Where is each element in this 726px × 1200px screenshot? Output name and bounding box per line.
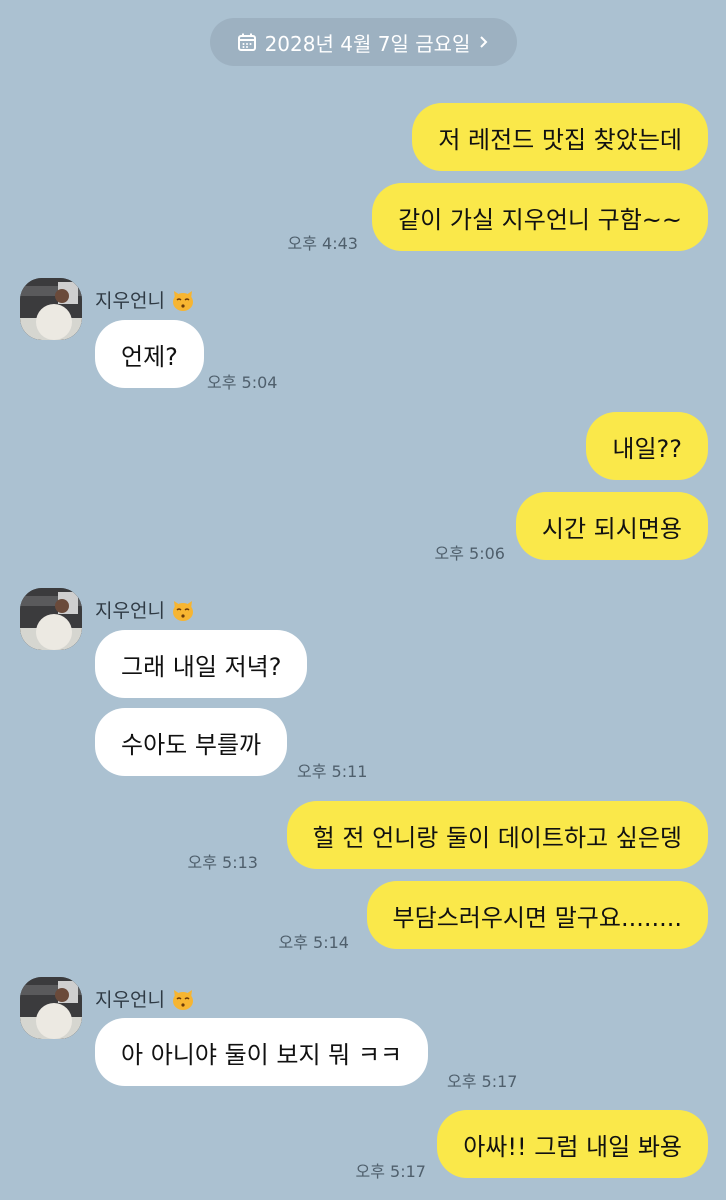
their-message-bubble[interactable]: 그래 내일 저녁?	[95, 630, 308, 698]
message-timestamp: 오후 5:04	[207, 373, 278, 392]
my-message-bubble[interactable]: 부담스러우시면 말구요........	[366, 881, 708, 949]
message-text: 그래 내일 저녁?	[121, 652, 282, 681]
chevron-right-icon	[480, 36, 488, 48]
kissing-cat-emoji-icon	[172, 600, 193, 621]
message-text: 아싸!! 그럼 내일 봐용	[463, 1132, 682, 1161]
message-text: 같이 가실 지우언니 구함~~	[398, 205, 682, 234]
message-timestamp: 오후 5:17	[355, 1162, 426, 1181]
sender-name: 지우언니	[95, 985, 195, 1012]
avatar[interactable]	[20, 588, 82, 650]
message-timestamp: 오후 4:43	[287, 234, 358, 253]
profile-photo	[20, 278, 82, 340]
sender-name: 지우언니	[95, 596, 195, 623]
their-message-bubble[interactable]: 수아도 부를까	[95, 708, 288, 776]
message-text: 아 아니야 둘이 보지 뭐 ㅋㅋ	[121, 1040, 403, 1069]
calendar-icon	[237, 33, 256, 51]
their-message-bubble[interactable]: 언제?	[95, 320, 204, 388]
message-timestamp: 오후 5:14	[278, 933, 349, 952]
message-timestamp: 오후 5:17	[447, 1072, 518, 1091]
my-message-bubble[interactable]: 아싸!! 그럼 내일 봐용	[437, 1110, 708, 1178]
message-timestamp: 오후 5:13	[187, 853, 258, 872]
avatar[interactable]	[20, 278, 82, 340]
profile-photo	[20, 977, 82, 1039]
sender-name: 지우언니	[95, 286, 195, 313]
message-text: 저 레전드 맛집 찾았는데	[438, 125, 682, 154]
my-message-bubble[interactable]: 헐 전 언니랑 둘이 데이트하고 싶은뎅	[286, 801, 708, 869]
my-message-bubble[interactable]: 저 레전드 맛집 찾았는데	[412, 103, 708, 171]
message-text: 수아도 부를까	[121, 730, 262, 759]
date-divider[interactable]: 2028년 4월 7일 금요일	[210, 18, 517, 66]
their-message-bubble[interactable]: 아 아니야 둘이 보지 뭐 ㅋㅋ	[95, 1018, 429, 1086]
message-timestamp: 오후 5:06	[434, 544, 505, 563]
kissing-cat-emoji-icon	[172, 290, 193, 311]
message-text: 헐 전 언니랑 둘이 데이트하고 싶은뎅	[312, 823, 682, 852]
my-message-bubble[interactable]: 같이 가실 지우언니 구함~~	[372, 183, 708, 251]
avatar[interactable]	[20, 977, 82, 1039]
message-text: 내일??	[612, 434, 682, 463]
my-message-bubble[interactable]: 시간 되시면용	[515, 492, 708, 560]
message-text: 시간 되시면용	[541, 514, 682, 543]
message-text: 언제?	[121, 342, 178, 371]
message-text: 부담스러우시면 말구요........	[392, 903, 682, 932]
profile-photo	[20, 588, 82, 650]
date-divider-label: 2028년 4월 7일 금요일	[264, 31, 471, 56]
kissing-cat-emoji-icon	[172, 989, 193, 1010]
message-timestamp: 오후 5:11	[297, 762, 368, 781]
my-message-bubble[interactable]: 내일??	[586, 412, 708, 480]
